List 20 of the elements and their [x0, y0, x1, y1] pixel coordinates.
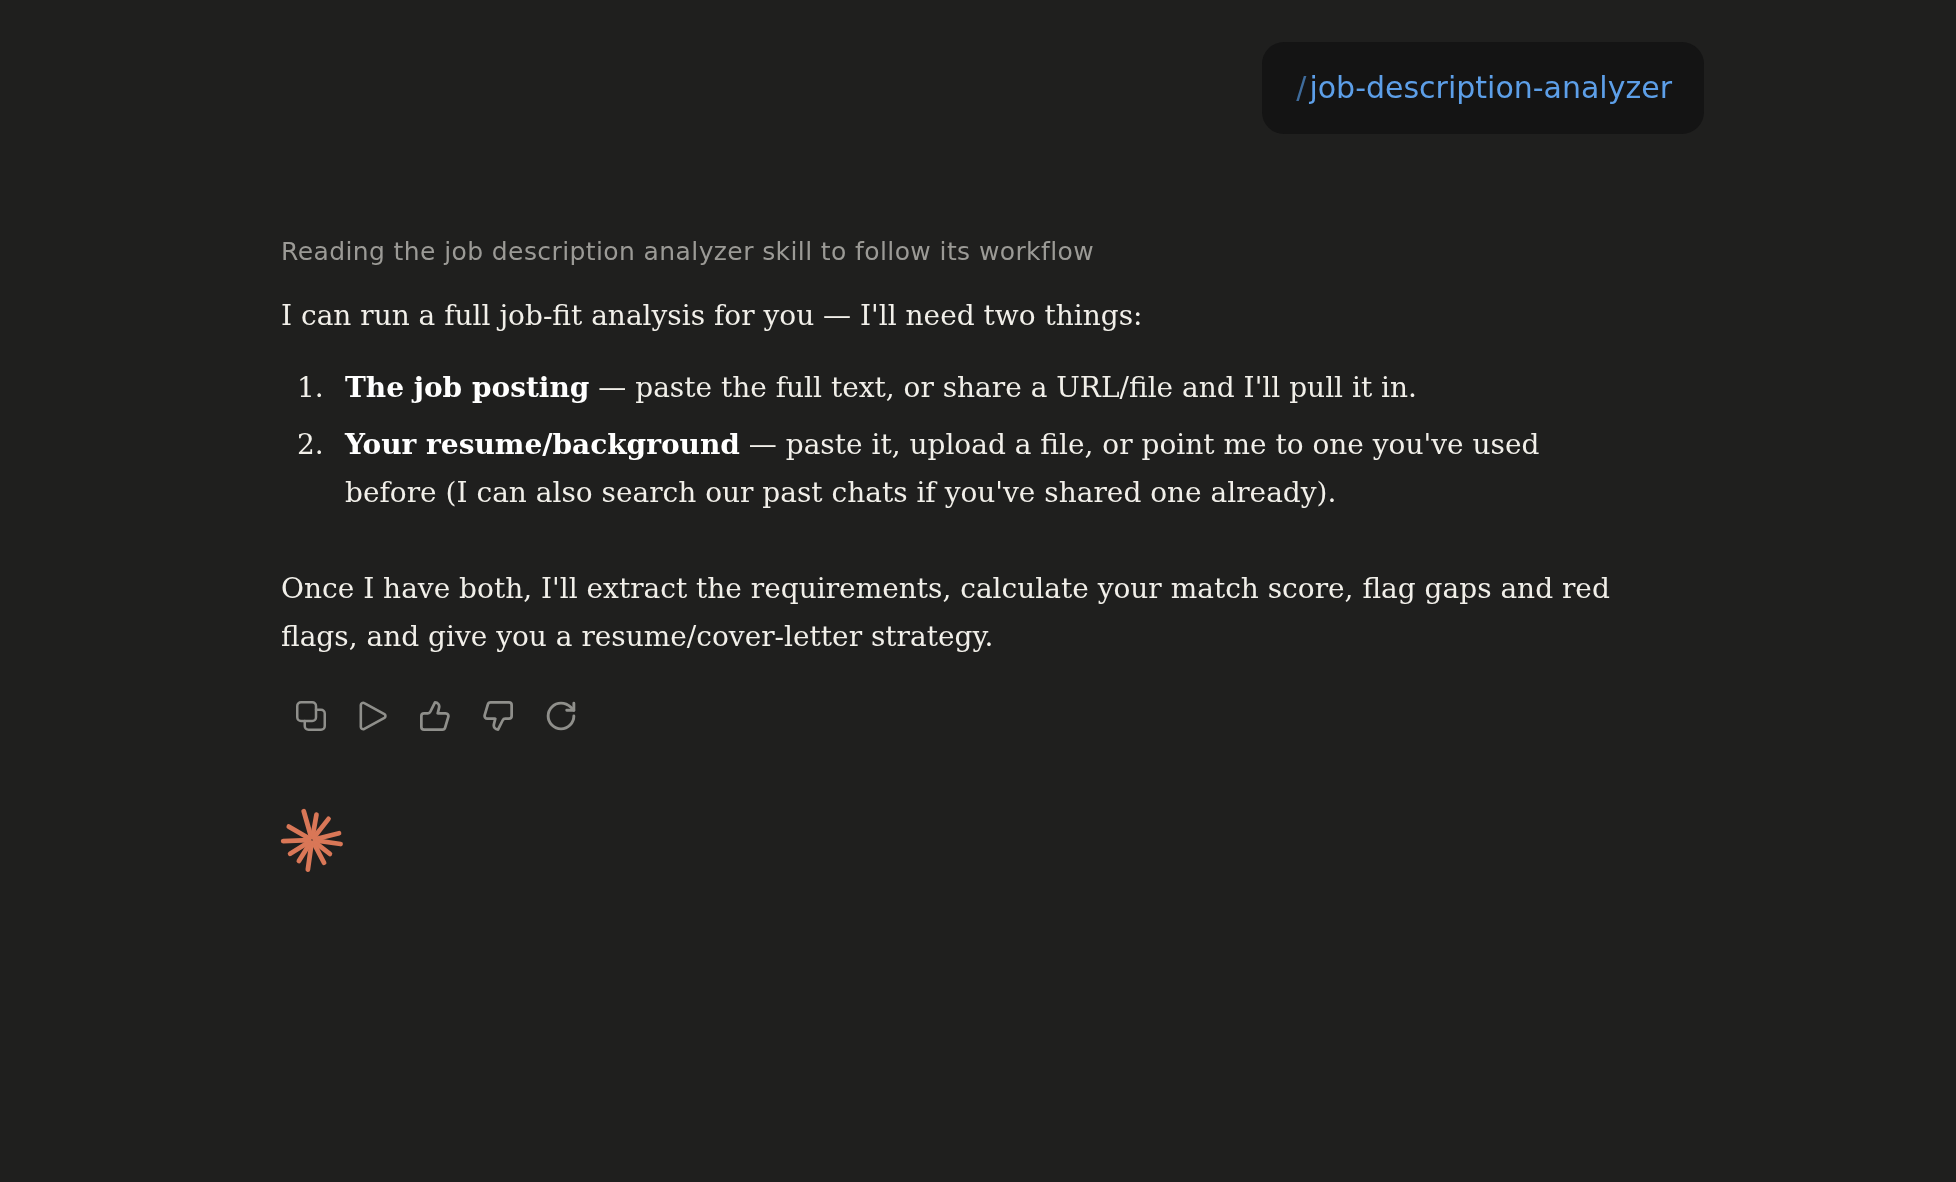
list-number: 1. — [297, 370, 325, 406]
list-number: 2. — [297, 427, 325, 463]
play-icon — [359, 701, 387, 731]
intro-paragraph: I can run a full job-fit analysis for you — I'll need two things: — [281, 298, 1143, 334]
thumbs-down-icon — [483, 701, 513, 731]
copy-button[interactable] — [296, 701, 326, 731]
list-item-text: The job posting — paste the full text, or share a URL/file and I'll pull it in. — [345, 370, 1417, 406]
closing-paragraph: Once I have both, I'll extract the requirements, calculate your match score, flag gaps and red flags, and give you a resume/cover-letter strategy. — [281, 571, 1611, 655]
thumbs-down-button[interactable] — [483, 701, 513, 731]
thumbs-up-button[interactable] — [420, 701, 450, 731]
thumbs-up-icon — [420, 701, 450, 731]
copy-icon — [296, 701, 326, 731]
command-slash: / — [1296, 70, 1307, 105]
refresh-icon — [546, 701, 576, 731]
list-item-text: Your resume/background — paste it, upload a file, or point me to one you've used before (I can also search our past chats if you've shared one already). — [345, 427, 1541, 511]
read-aloud-button[interactable] — [359, 701, 387, 731]
starburst-icon — [279, 807, 345, 873]
status-text: Reading the job description analyzer skill to follow its workflow — [281, 236, 1095, 268]
retry-button[interactable] — [546, 701, 576, 731]
command-name: job-description-analyzer — [1309, 70, 1672, 105]
